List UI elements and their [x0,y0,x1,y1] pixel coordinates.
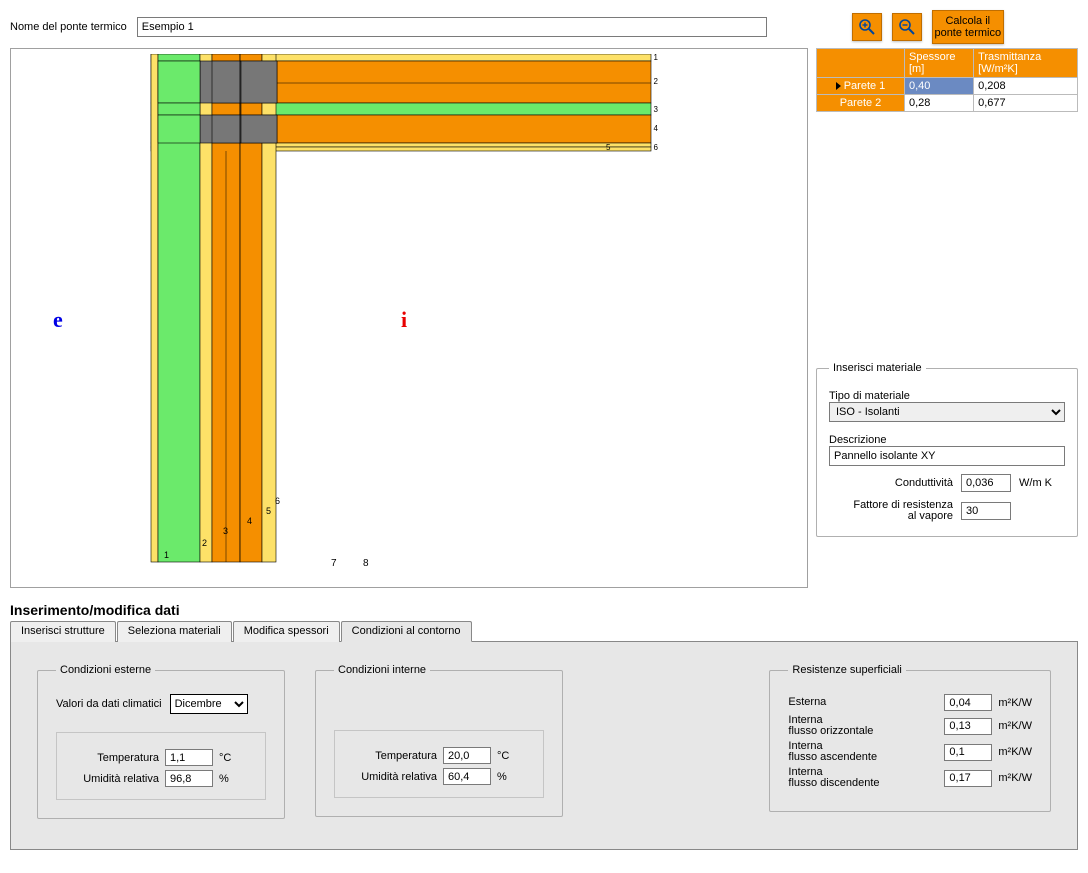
svg-text:6: 6 [654,143,659,152]
surface-resistances-fieldset: Resistenze superficiali Esterna m²K/W In… [769,664,1051,812]
material-type-select[interactable]: ISO - Isolanti [829,402,1065,422]
external-marker: e [53,307,63,333]
tab-content: Condizioni esterne Valori da dati climat… [10,642,1078,850]
res-external-input[interactable] [944,694,992,711]
material-fieldset: Inserisci materiale Tipo di materiale IS… [816,362,1078,537]
zoom-in-button[interactable] [852,13,882,41]
svg-text:5: 5 [606,143,611,152]
svg-text:4: 4 [654,124,659,133]
table-row[interactable]: Parete 1 0,40 0,208 [817,78,1078,95]
section-title: Inserimento/modifica dati [10,602,1078,618]
zoom-out-icon [898,18,916,36]
external-conditions-fieldset: Condizioni esterne Valori da dati climat… [37,664,285,819]
svg-text:1: 1 [654,54,659,62]
table-header-spessore: Spessore [m] [905,49,974,78]
int-hum-input[interactable] [443,768,491,785]
ext-temp-label: Temperatura [73,752,159,764]
int-hum-label: Umidità relativa [351,771,437,783]
tab-structures[interactable]: Inserisci strutture [10,621,116,642]
res-asc-input[interactable] [944,744,992,761]
svg-text:4: 4 [247,516,252,526]
internal-marker: i [401,307,407,333]
svg-text:3: 3 [654,105,659,114]
zoom-out-button[interactable] [892,13,922,41]
internal-conditions-fieldset: Condizioni interne Temperatura °C Umidit… [315,664,563,817]
conductivity-label: Conduttività [895,477,953,489]
name-input[interactable] [137,17,767,37]
svg-text:8: 8 [363,558,369,569]
table-row[interactable]: Parete 2 0,28 0,677 [817,95,1078,112]
material-legend: Inserisci materiale [829,362,926,374]
month-select[interactable]: Dicembre [170,694,248,714]
tab-thicknesses[interactable]: Modifica spessori [233,621,340,642]
conductivity-unit: W/m K [1019,477,1065,489]
calculate-button[interactable]: Calcola il ponte termico [932,10,1004,44]
ext-temp-input[interactable] [165,749,213,766]
res-horiz-input[interactable] [944,718,992,735]
material-desc-input[interactable] [829,446,1065,466]
res-disc-input[interactable] [944,770,992,787]
climatic-values-label: Valori da dati climatici [56,698,162,710]
int-temp-input[interactable] [443,747,491,764]
svg-text:6: 6 [275,496,280,506]
svg-text:2: 2 [654,77,659,86]
svg-text:5: 5 [266,506,271,516]
vapour-factor-input[interactable] [961,502,1011,520]
svg-text:2: 2 [202,538,207,548]
int-temp-label: Temperatura [351,750,437,762]
conductivity-input[interactable] [961,474,1011,492]
tabbar: Inserisci strutture Seleziona materiali … [10,620,1078,642]
material-desc-label: Descrizione [829,434,1065,446]
table-header-blank [817,49,905,78]
material-type-label: Tipo di materiale [829,390,1065,402]
tab-boundary[interactable]: Condizioni al contorno [341,621,472,642]
vapour-factor-label: Fattore di resistenza al vapore [833,500,953,522]
ext-hum-input[interactable] [165,770,213,787]
table-header-trasmittanza: Trasmittanza [W/m²K] [974,49,1078,78]
ext-hum-label: Umidità relativa [73,773,159,785]
row-selected-icon [836,82,841,90]
thermal-bridge-canvas[interactable]: 1 2 3 4 5 6 1 2 3 4 5 6 7 8 e i [10,48,808,588]
svg-text:3: 3 [223,526,228,536]
zoom-in-icon [858,18,876,36]
name-label: Nome del ponte termico [10,21,127,33]
svg-text:1: 1 [164,550,169,560]
svg-text:7: 7 [331,558,337,569]
tab-materials[interactable]: Seleziona materiali [117,621,232,642]
walls-table[interactable]: Spessore [m] Trasmittanza [W/m²K] Parete… [816,48,1078,112]
